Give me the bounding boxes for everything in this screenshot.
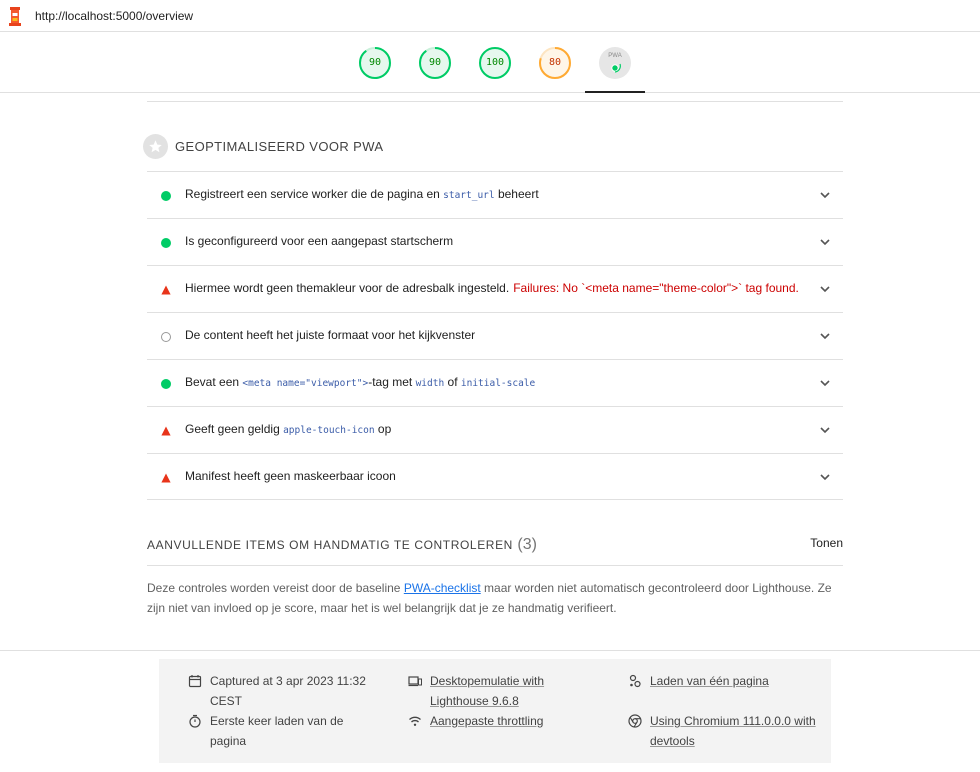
fail-triangle-icon: [161, 285, 171, 295]
single-page-text[interactable]: Laden van één pagina: [650, 671, 769, 691]
pass-icon: [161, 238, 171, 248]
manual-checks-count: (3): [517, 536, 537, 553]
divider: [0, 650, 980, 651]
pwa-label: PWA: [608, 53, 622, 59]
group-title: GEOPTIMALISEERD VOOR PWA: [175, 139, 384, 154]
audit-splash-screen[interactable]: Is geconfigureerd voor een aangepast sta…: [147, 218, 843, 265]
captured-at-text: Captured at 3 apr 2023 11:32 CEST: [210, 674, 366, 708]
fail-triangle-icon: [161, 473, 171, 483]
audit-maskable-icon[interactable]: Manifest heeft geen maskeerbaar icoon: [147, 453, 843, 500]
gauge-accessibility[interactable]: 90: [418, 46, 452, 80]
informative-icon: [161, 332, 171, 342]
audit-content-width[interactable]: De content heeft het juiste formaat voor…: [147, 312, 843, 359]
divider: [147, 565, 843, 566]
show-toggle-button[interactable]: Tonen: [810, 536, 843, 550]
audit-title: De content heeft het juiste formaat voor…: [185, 328, 476, 342]
first-load-text: Eerste keer laden van de pagina: [210, 714, 344, 748]
audit-viewport[interactable]: Bevat een <meta name="viewport">-tag met…: [147, 359, 843, 406]
chevron-down-icon[interactable]: [819, 330, 831, 342]
audit-title: Bevat een <meta name="viewport">-tag met…: [185, 375, 536, 389]
gauge-score: 90: [428, 57, 442, 68]
gauge-performance[interactable]: 90: [358, 46, 392, 80]
chrome-icon: [628, 714, 642, 728]
run-environment-footer: Captured at 3 apr 2023 11:32 CEST Eerste …: [159, 659, 831, 763]
calendar-icon: [188, 675, 202, 688]
audit-title: Is geconfigureerd voor een aangepast sta…: [185, 234, 454, 248]
chevron-down-icon[interactable]: [819, 283, 831, 295]
gauge-best-practices[interactable]: 100: [478, 46, 512, 80]
chevron-down-icon[interactable]: [819, 189, 831, 201]
audit-apple-touch-icon[interactable]: Geeft geen geldig apple-touch-icon op: [147, 406, 843, 453]
active-tab-indicator: [585, 91, 645, 93]
fail-triangle-icon: [161, 426, 171, 436]
audit-title: Manifest heeft geen maskeerbaar icoon: [185, 469, 396, 483]
chevron-down-icon[interactable]: [819, 424, 831, 436]
audit-title: Hiermee wordt geen themakleur voor de ad…: [185, 281, 799, 295]
gauge-seo[interactable]: 80: [538, 46, 572, 80]
chevron-down-icon[interactable]: [819, 377, 831, 389]
pass-icon: [161, 191, 171, 201]
audit-title: Geeft geen geldig apple-touch-icon op: [185, 422, 392, 436]
manual-checks-header[interactable]: AANVULLENDE ITEMS OM HANDMATIG TE CONTRO…: [147, 536, 843, 554]
address-bar: http://localhost:5000/overview: [0, 0, 980, 32]
audit-theme-color[interactable]: Hiermee wordt geen themakleur voor de ad…: [147, 265, 843, 312]
emulation-text[interactable]: Desktopemulatie with Lighthouse 9.6.8: [430, 671, 544, 711]
chromium-text[interactable]: Using Chromium 111.0.0.0 with devtools: [650, 711, 816, 751]
divider: [147, 101, 843, 102]
manual-checks-title: AANVULLENDE ITEMS OM HANDMATIG TE CONTRO…: [147, 538, 513, 552]
throttling-text[interactable]: Aangepaste throttling: [430, 711, 543, 731]
score-gauges: 90 90 100 80 PWA: [0, 32, 980, 93]
audit-title: Registreert een service worker die de pa…: [185, 187, 539, 201]
url-text[interactable]: http://localhost:5000/overview: [35, 9, 193, 23]
failure-message: Failures: No `<meta name="theme-color">`…: [513, 281, 799, 295]
pwa-badge-icon: [599, 47, 631, 79]
star-icon: [143, 134, 168, 159]
pwa-checklist-link[interactable]: PWA-checklist: [404, 581, 481, 595]
gauge-pwa[interactable]: PWA: [598, 46, 632, 80]
audit-list: Registreert een service worker die de pa…: [147, 171, 843, 500]
gauge-score: 100: [485, 57, 505, 68]
single-page-load-icon: [629, 674, 641, 688]
gauge-score: 80: [548, 57, 562, 68]
manual-checks-description: Deze controles worden vereist door de ba…: [147, 581, 832, 615]
wifi-icon: [409, 716, 421, 726]
desktop-device-icon: [408, 676, 422, 687]
lighthouse-icon: [9, 7, 21, 26]
chevron-down-icon[interactable]: [819, 471, 831, 483]
gauge-score: 90: [368, 57, 382, 68]
chevron-down-icon[interactable]: [819, 236, 831, 248]
audit-service-worker[interactable]: Registreert een service worker die de pa…: [147, 171, 843, 218]
stopwatch-icon: [189, 714, 201, 728]
pass-icon: [161, 379, 171, 389]
